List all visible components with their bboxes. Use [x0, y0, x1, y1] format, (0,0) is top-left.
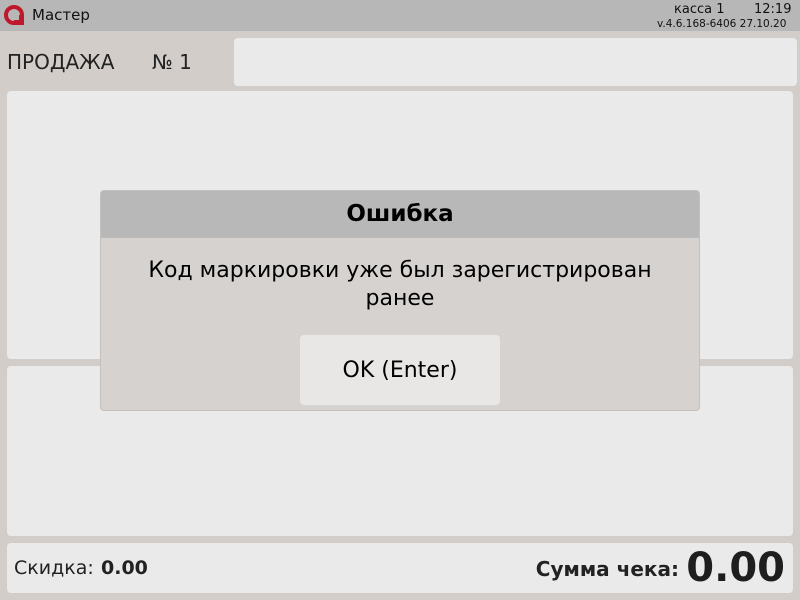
version-info: v.4.6.168-6406 27.10.20 [657, 18, 787, 30]
receipt-footer: Скидка: 0.00 Сумма чека: 0.00 [7, 543, 793, 593]
total-label: Сумма чека: [535, 557, 679, 581]
error-dialog: Ошибка Код маркировки уже был зарегистри… [100, 190, 700, 411]
app-name: Мастер [32, 6, 90, 24]
ok-button[interactable]: OK (Enter) [300, 335, 500, 405]
barcode-input[interactable] [234, 38, 797, 86]
top-bar: Мастер касса 1 12:19 v.4.6.168-6406 27.1… [0, 0, 800, 31]
register-label: касса 1 [674, 2, 725, 17]
discount-label: Скидка: [14, 557, 94, 579]
sale-number: № 1 [152, 50, 192, 74]
app-logo-icon [4, 5, 24, 25]
cash-register-screen: Мастер касса 1 12:19 v.4.6.168-6406 27.1… [0, 0, 800, 600]
dialog-title: Ошибка [101, 191, 699, 238]
sale-title: ПРОДАЖА [7, 50, 115, 74]
clock: 12:19 [754, 2, 792, 17]
dialog-message: Код маркировки уже был зарегистрирован р… [148, 258, 652, 311]
discount-value: 0.00 [101, 557, 148, 579]
total-value: 0.00 [686, 545, 785, 591]
